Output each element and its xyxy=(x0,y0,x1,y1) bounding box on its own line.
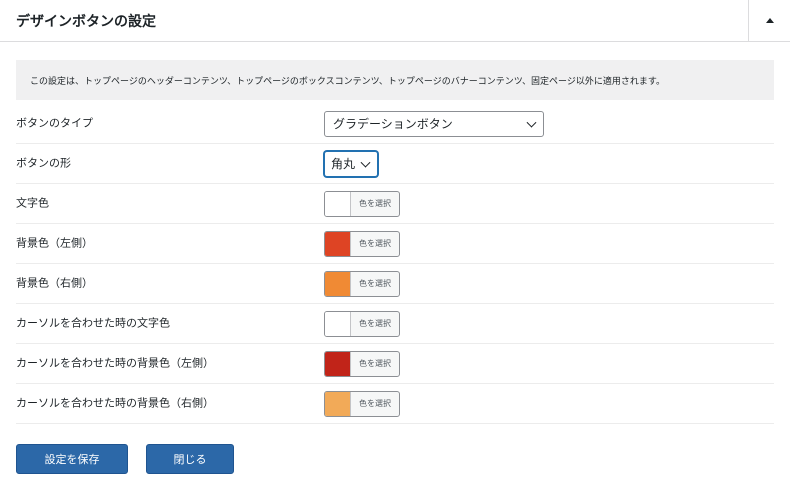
row-button-type: ボタンのタイプ グラデーションボタン xyxy=(16,104,774,144)
save-button[interactable]: 設定を保存 xyxy=(16,444,128,474)
settings-form: ボタンのタイプ グラデーションボタン ボタンの形 角丸 文字色 色を選択 背景色… xyxy=(16,104,774,424)
row-text-color: 文字色 色を選択 xyxy=(16,184,774,224)
row-bg-right: 背景色（右側） 色を選択 xyxy=(16,264,774,304)
hover-bg-right-label: カーソルを合わせた時の背景色（右側） xyxy=(16,395,214,409)
button-type-select[interactable]: グラデーションボタン xyxy=(324,110,544,137)
text-color-picker[interactable]: 色を選択 xyxy=(324,190,400,217)
color-swatch xyxy=(325,351,351,376)
color-picker-label: 色を選択 xyxy=(359,199,391,208)
color-swatch xyxy=(325,391,351,416)
color-swatch xyxy=(325,271,351,296)
button-type-value: グラデーションボタン xyxy=(333,117,453,131)
color-swatch xyxy=(325,231,351,256)
button-type-label: ボタンのタイプ xyxy=(16,115,93,129)
button-shape-label: ボタンの形 xyxy=(16,155,71,169)
color-picker-label: 色を選択 xyxy=(359,359,391,368)
panel-title: デザインボタンの設定 xyxy=(16,14,156,30)
text-color-label: 文字色 xyxy=(16,195,49,209)
button-shape-select[interactable]: 角丸 xyxy=(324,150,378,177)
hover-bg-right-color-picker[interactable]: 色を選択 xyxy=(324,390,400,417)
hover-bg-left-color-picker[interactable]: 色を選択 xyxy=(324,350,400,377)
panel-header: デザインボタンの設定 xyxy=(0,0,790,42)
color-picker-label: 色を選択 xyxy=(359,279,391,288)
hover-bg-left-label: カーソルを合わせた時の背景色（左側） xyxy=(16,355,214,369)
color-picker-label: 色を選択 xyxy=(359,239,391,248)
color-picker-label: 色を選択 xyxy=(359,399,391,408)
row-hover-bg-left: カーソルを合わせた時の背景色（左側） 色を選択 xyxy=(16,344,774,384)
color-picker-label: 色を選択 xyxy=(359,319,391,328)
bg-left-color-picker[interactable]: 色を選択 xyxy=(324,230,400,257)
row-hover-text-color: カーソルを合わせた時の文字色 色を選択 xyxy=(16,304,774,344)
chevron-down-icon xyxy=(360,157,371,168)
panel-toggle-button[interactable] xyxy=(748,0,790,41)
row-bg-left: 背景色（左側） 色を選択 xyxy=(16,224,774,264)
bg-right-label: 背景色（右側） xyxy=(16,275,93,289)
close-button[interactable]: 閉じる xyxy=(146,444,234,474)
row-hover-bg-right: カーソルを合わせた時の背景色（右側） 色を選択 xyxy=(16,384,774,424)
settings-notice: この設定は、トップページのヘッダーコンテンツ、トップページのボックスコンテンツ、… xyxy=(16,60,774,100)
hover-text-color-label: カーソルを合わせた時の文字色 xyxy=(16,315,170,329)
chevron-down-icon xyxy=(526,117,537,128)
button-shape-value: 角丸 xyxy=(331,157,356,171)
hover-text-color-picker[interactable]: 色を選択 xyxy=(324,310,400,337)
color-swatch xyxy=(325,191,351,216)
color-swatch xyxy=(325,311,351,336)
bg-right-color-picker[interactable]: 色を選択 xyxy=(324,270,400,297)
triangle-up-icon xyxy=(765,18,774,23)
bg-left-label: 背景色（左側） xyxy=(16,235,93,249)
row-button-shape: ボタンの形 角丸 xyxy=(16,144,774,184)
